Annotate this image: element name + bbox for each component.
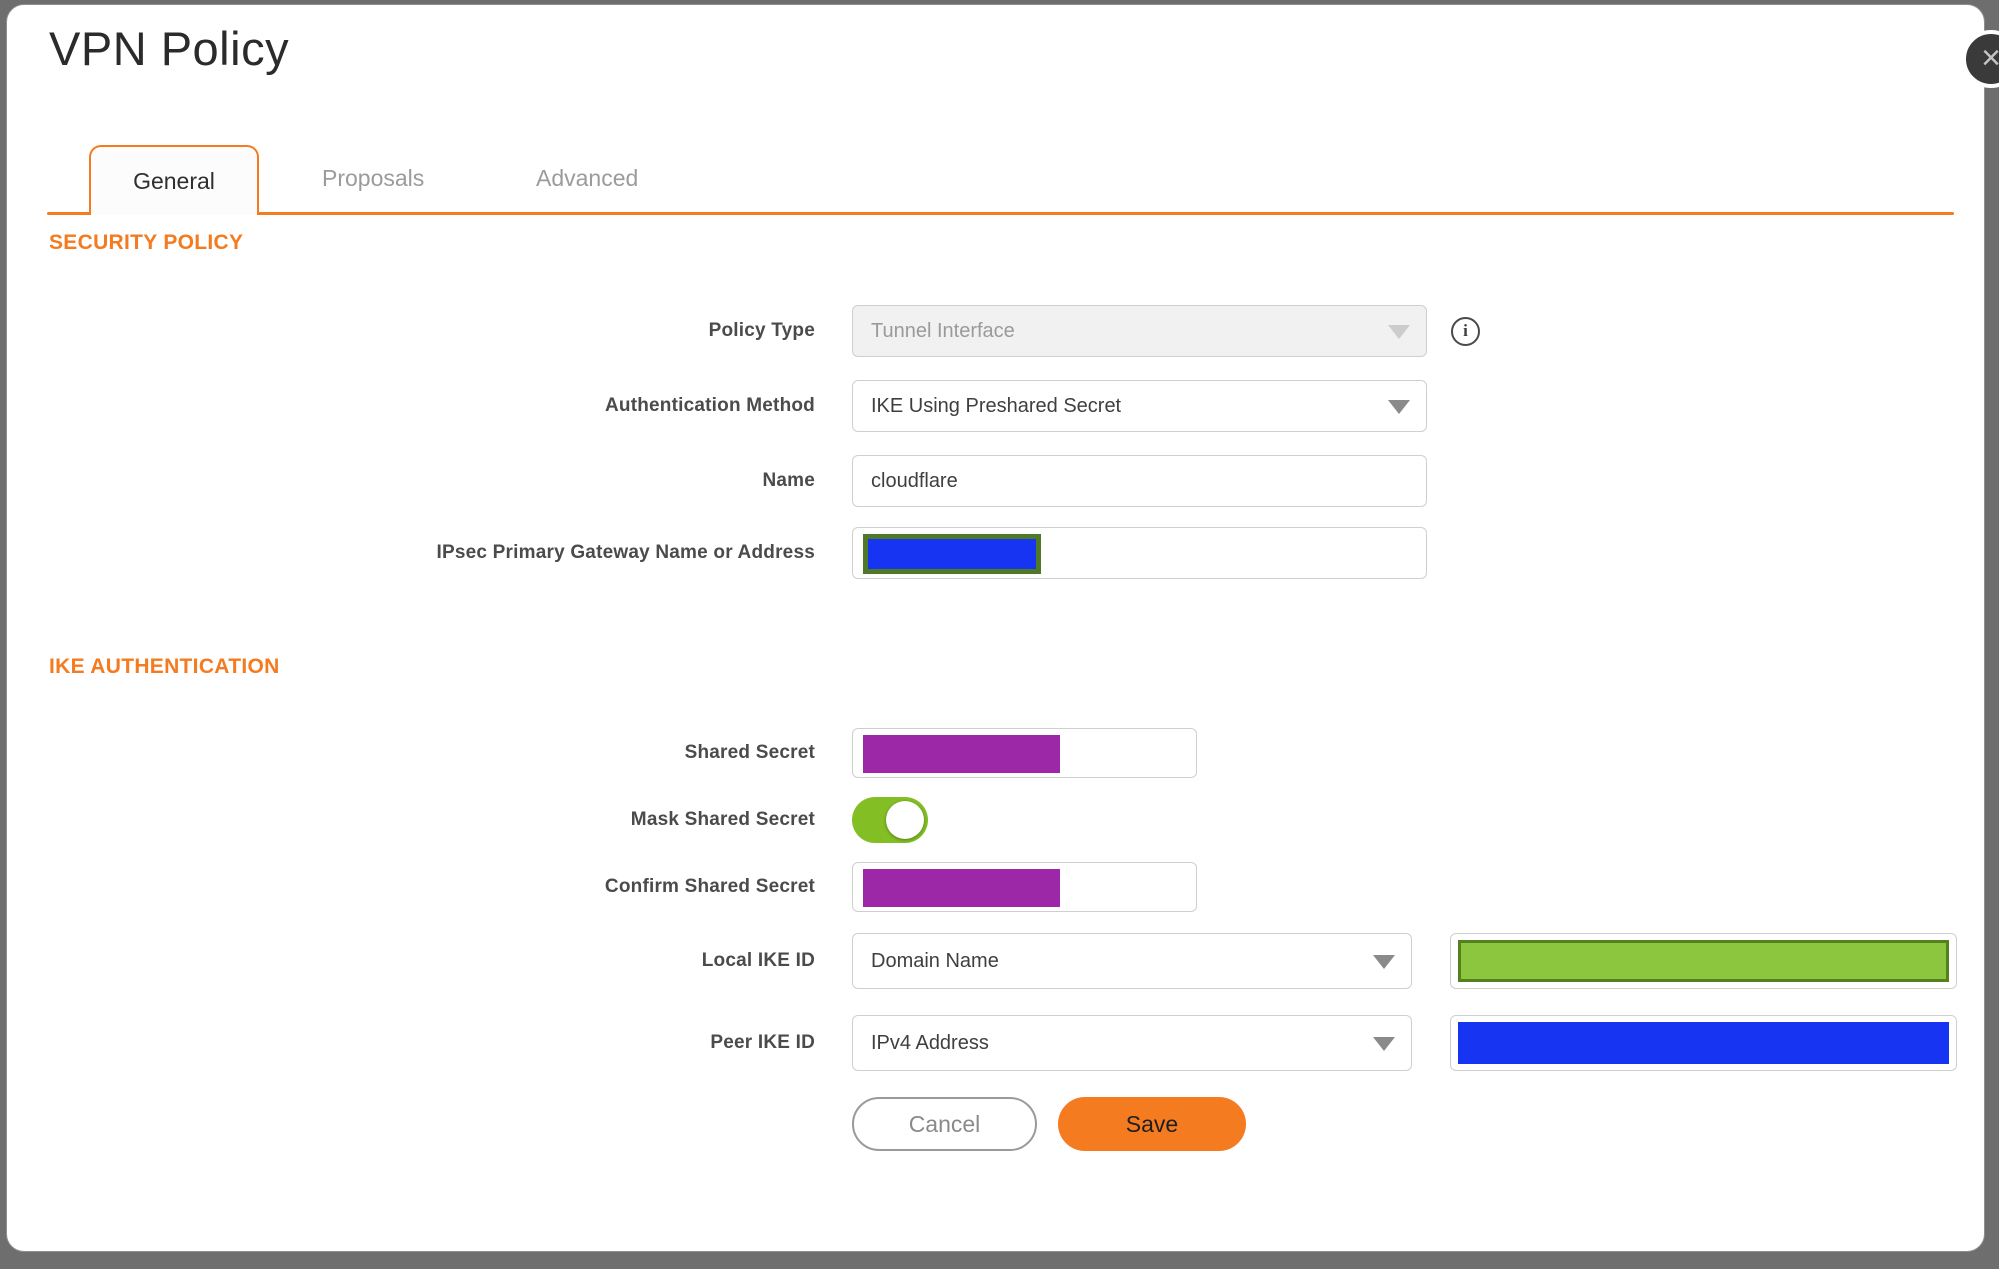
info-icon[interactable]: i: [1451, 316, 1480, 346]
shared-secret-redaction-box: [863, 735, 1060, 773]
local-ike-id-value-input[interactable]: [1450, 933, 1957, 989]
ipsec-primary-gateway-label: IPsec Primary Gateway Name or Address: [436, 542, 815, 563]
name-label: Name: [762, 470, 815, 491]
chevron-down-icon: [1388, 325, 1410, 339]
local-ike-id-type-select[interactable]: Domain Name: [852, 933, 1412, 989]
local-ike-id-redaction-box: [1458, 940, 1949, 982]
page-title: VPN Policy: [49, 22, 290, 75]
mask-shared-secret-toggle[interactable]: [852, 797, 928, 843]
authentication-method-select[interactable]: IKE Using Preshared Secret: [852, 380, 1427, 432]
name-input[interactable]: [852, 455, 1427, 507]
tab-proposals[interactable]: Proposals: [322, 145, 424, 211]
save-button[interactable]: Save: [1058, 1097, 1246, 1151]
chevron-down-icon: [1373, 955, 1395, 969]
tab-underline: [47, 212, 1954, 215]
ipsec-primary-gateway-input[interactable]: [852, 527, 1427, 579]
cancel-button[interactable]: Cancel: [852, 1097, 1037, 1151]
section-heading-ike-authentication: IKE AUTHENTICATION: [49, 655, 280, 678]
peer-ike-id-redaction-box: [1458, 1022, 1949, 1064]
confirm-shared-secret-label: Confirm Shared Secret: [604, 876, 815, 897]
policy-type-label: Policy Type: [708, 320, 815, 341]
authentication-method-value: IKE Using Preshared Secret: [871, 394, 1122, 417]
policy-type-value: Tunnel Interface: [871, 319, 1015, 342]
local-ike-id-label: Local IKE ID: [701, 950, 815, 971]
confirm-shared-secret-input[interactable]: [852, 862, 1197, 912]
shared-secret-label: Shared Secret: [684, 742, 815, 763]
tab-general[interactable]: General: [89, 145, 259, 215]
local-ike-id-type-value: Domain Name: [871, 949, 999, 972]
tab-general-label: General: [133, 167, 215, 194]
chevron-down-icon: [1388, 400, 1410, 414]
chevron-down-icon: [1373, 1037, 1395, 1051]
tab-advanced[interactable]: Advanced: [536, 145, 638, 211]
tab-advanced-label: Advanced: [536, 164, 639, 191]
shared-secret-input[interactable]: [852, 728, 1197, 778]
vpn-policy-dialog: VPN Policy General Proposals Advanced SE…: [6, 4, 1985, 1252]
authentication-method-label: Authentication Method: [604, 395, 815, 416]
peer-ike-id-type-value: IPv4 Address: [871, 1031, 989, 1054]
peer-ike-id-type-select[interactable]: IPv4 Address: [852, 1015, 1412, 1071]
policy-type-select: Tunnel Interface: [852, 305, 1427, 357]
tab-proposals-label: Proposals: [322, 164, 425, 191]
section-heading-security-policy: SECURITY POLICY: [49, 231, 244, 254]
peer-ike-id-value-input[interactable]: [1450, 1015, 1957, 1071]
mask-shared-secret-label: Mask Shared Secret: [630, 809, 815, 830]
peer-ike-id-label: Peer IKE ID: [710, 1032, 815, 1053]
toggle-knob: [886, 801, 924, 839]
confirm-shared-secret-redaction-box: [863, 869, 1060, 907]
gateway-redaction-box: [863, 534, 1041, 574]
